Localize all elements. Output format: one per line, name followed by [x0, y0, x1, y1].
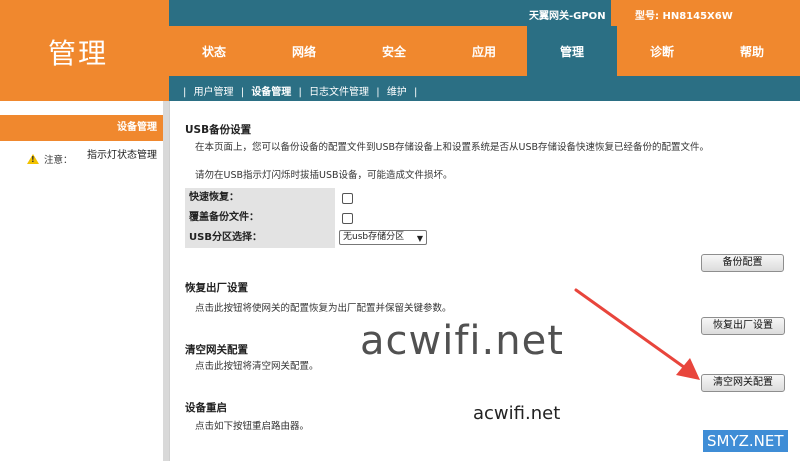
- usb-note: 注意：: [27, 152, 73, 166]
- tab-security[interactable]: 安全: [349, 26, 439, 76]
- usb-backup-description: 在本页面上，您可以备份设备的配置文件到USB存储设备上和设置系统是否从USB存储…: [195, 142, 710, 153]
- factory-reset-button[interactable]: 恢复出厂设置: [701, 317, 785, 335]
- main-nav: 状态 网络 安全 应用 管理 诊断 帮助: [169, 26, 800, 76]
- watermark-corner: SMYZ.NET: [703, 430, 788, 452]
- content-border: [169, 101, 170, 461]
- tab-application[interactable]: 应用: [439, 26, 529, 76]
- watermark-small: acwifi.net: [473, 403, 561, 424]
- reboot-title: 设备重启: [185, 402, 227, 414]
- logo-title: 管理: [48, 37, 109, 70]
- note-label: 注意：: [44, 155, 73, 166]
- partition-select[interactable]: 无usb存储分区 ▼: [339, 230, 427, 245]
- usb-backup-form: 快速恢复： 覆盖备份文件： USB分区选择： 无usb存储分区 ▼: [185, 188, 428, 248]
- arrow-head: [676, 358, 700, 380]
- watermark-large: acwifi.net: [360, 318, 564, 364]
- tab-help[interactable]: 帮助: [707, 26, 797, 76]
- chevron-down-icon: ▼: [416, 234, 423, 243]
- clear-config-description: 点击此按钮将清空网关配置。: [195, 361, 319, 372]
- clear-config-button[interactable]: 清空网关配置: [701, 374, 785, 392]
- arrow-shaft: [574, 288, 690, 372]
- factory-reset-description: 点击此按钮将使网关的配置恢复为出厂配置并保留关键参数。: [195, 303, 452, 314]
- form-row-partition: USB分区选择： 无usb存储分区 ▼: [185, 228, 428, 248]
- factory-reset-title: 恢复出厂设置: [185, 282, 248, 294]
- device-name: 天翼网关-GPON: [529, 11, 606, 22]
- tab-status[interactable]: 状态: [169, 26, 259, 76]
- annotation-arrow-icon: [574, 288, 700, 380]
- warning-icon: [27, 154, 39, 164]
- usb-backup-title: USB备份设置: [185, 124, 252, 136]
- subnav-item-user-management[interactable]: 用户管理: [194, 87, 234, 98]
- device-model: 型号: HN8145X6W: [635, 11, 733, 22]
- reboot-description: 点击如下按钮重启路由器。: [195, 421, 310, 432]
- form-row-overwrite: 覆盖备份文件：: [185, 208, 428, 228]
- subnav-item-device-management[interactable]: 设备管理: [251, 87, 291, 98]
- subnav-separator: |: [183, 87, 187, 98]
- subnav-separator: |: [240, 87, 245, 98]
- sub-nav: | 用户管理 | 设备管理 | 日志文件管理 | 维护 |: [169, 76, 800, 101]
- device-info-bar: 天翼网关-GPON 型号: HN8145X6W: [169, 0, 800, 26]
- form-row-quick-restore: 快速恢复：: [185, 188, 428, 208]
- clear-config-title: 清空网关配置: [185, 344, 248, 356]
- quick-restore-checkbox[interactable]: [342, 193, 353, 204]
- backup-config-button[interactable]: 备份配置: [701, 254, 784, 272]
- tab-network[interactable]: 网络: [259, 26, 349, 76]
- tab-management[interactable]: 管理: [527, 26, 617, 76]
- overwrite-checkbox[interactable]: [342, 213, 353, 224]
- subnav-separator: |: [414, 87, 418, 98]
- subnav-item-maintenance[interactable]: 维护: [387, 87, 407, 98]
- tab-diagnosis[interactable]: 诊断: [617, 26, 707, 76]
- subnav-separator: |: [298, 87, 302, 98]
- sidebar-item-indicator-management[interactable]: 指示灯状态管理: [0, 143, 163, 169]
- sidebar-item-device-management[interactable]: 设备管理: [0, 115, 163, 141]
- usb-note-text: 请勿在USB指示灯闪烁时拔插USB设备，可能造成文件损坏。: [195, 170, 453, 181]
- subnav-separator: |: [376, 87, 380, 98]
- overwrite-label: 覆盖备份文件：: [185, 208, 335, 228]
- logo-panel: 管理: [0, 0, 169, 101]
- subnav-item-log-management[interactable]: 日志文件管理: [309, 87, 369, 98]
- quick-restore-label: 快速恢复：: [185, 188, 335, 208]
- partition-label: USB分区选择：: [185, 228, 335, 248]
- model-box: 型号: HN8145X6W: [611, 0, 800, 26]
- partition-select-value: 无usb存储分区: [343, 232, 405, 242]
